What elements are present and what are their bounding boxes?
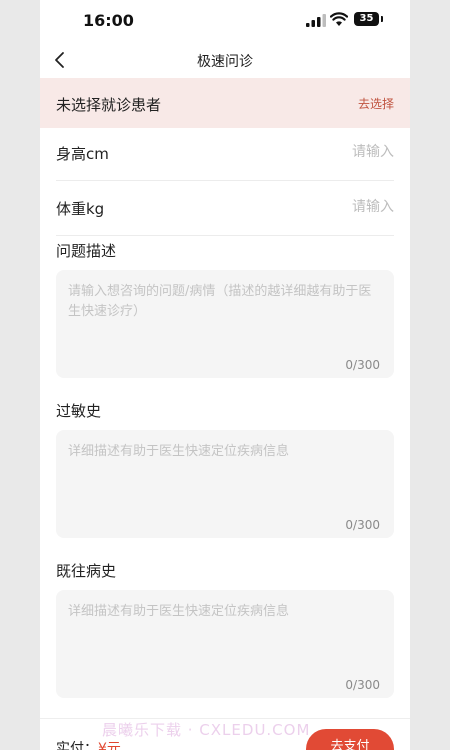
status-time: 16:00: [83, 11, 134, 30]
height-label: 身高cm: [56, 145, 109, 163]
pay-label: 实付：: [56, 741, 98, 750]
problem-char-counter: 0/300: [345, 358, 380, 372]
pay-amount: ¥元: [98, 741, 121, 750]
history-char-counter: 0/300: [345, 678, 380, 692]
problem-description-title: 问题描述: [56, 242, 117, 260]
battery-icon: 35: [354, 12, 383, 26]
bottom-bar: 实付：¥元 去支付: [40, 718, 410, 750]
medical-history-box: 0/300: [56, 590, 394, 698]
status-bar: 16:00 35: [40, 0, 410, 42]
problem-description-box: 0/300: [56, 270, 394, 378]
allergy-history-input[interactable]: [68, 442, 382, 506]
problem-description-input[interactable]: [68, 282, 382, 346]
medical-history-input[interactable]: [68, 602, 382, 666]
patient-banner[interactable]: 未选择就诊患者 去选择: [40, 78, 410, 128]
pay-button[interactable]: 去支付: [306, 729, 394, 750]
height-row: 身高cm: [56, 126, 394, 181]
page-title: 极速问诊: [197, 54, 253, 70]
allergy-char-counter: 0/300: [345, 518, 380, 532]
wifi-icon: [330, 12, 348, 26]
weight-label: 体重kg: [56, 200, 105, 218]
allergy-history-box: 0/300: [56, 430, 394, 538]
nav-bar: 极速问诊: [40, 42, 410, 78]
height-input[interactable]: [234, 140, 394, 164]
patient-status-text: 未选择就诊患者: [56, 96, 162, 114]
weight-input[interactable]: [234, 195, 394, 219]
app-screen: 16:00 35 极速问诊 未选择就诊患者 去选择 身高cm 体重kg 问题描述: [40, 0, 410, 750]
allergy-history-title: 过敏史: [56, 402, 102, 420]
cellular-signal-icon: [306, 14, 326, 27]
medical-history-title: 既往病史: [56, 562, 117, 580]
pay-total: 实付：¥元: [56, 738, 121, 750]
select-patient-link[interactable]: 去选择: [358, 95, 394, 112]
weight-row: 体重kg: [56, 181, 394, 236]
